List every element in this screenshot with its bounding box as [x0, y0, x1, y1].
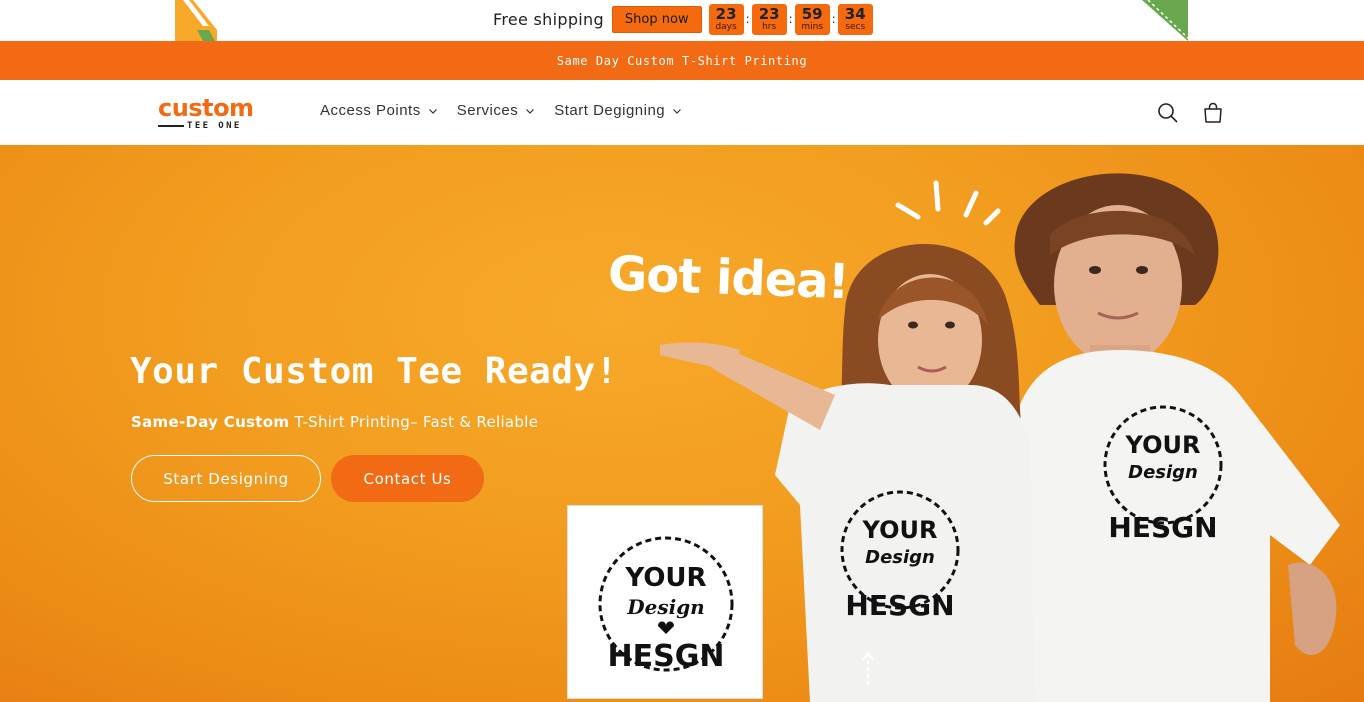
- chevron-down-icon: [428, 108, 437, 114]
- countdown-days: 23 days: [708, 3, 744, 35]
- nav-start-designing[interactable]: Start Degigning: [554, 102, 682, 119]
- hero-subtitle-bold: Same-Day Custom: [131, 413, 290, 431]
- nav-start-designing-label: Start Degigning: [554, 102, 666, 119]
- nav-services[interactable]: Services: [457, 102, 536, 119]
- design-preview-card: YOUR Design HESGN: [567, 505, 763, 699]
- countdown-seconds: 34 secs: [837, 3, 873, 35]
- main-nav: Access Points Services Start Degigning: [320, 102, 701, 119]
- free-shipping-text: Free shipping: [493, 9, 604, 29]
- countdown-separator: :: [745, 12, 750, 26]
- hero-subtitle: Same-Day Custom T-Shirt Printing– Fast &…: [131, 413, 538, 431]
- shop-now-button[interactable]: Shop now: [611, 5, 702, 33]
- chevron-down-icon: [673, 108, 682, 114]
- countdown-minutes: 59 mins: [794, 3, 830, 35]
- countdown-hours-unit: hrs: [762, 21, 777, 32]
- cart-icon[interactable]: [1202, 102, 1224, 124]
- countdown-days-unit: days: [715, 21, 737, 32]
- logo-sub-text: TEE ONE: [187, 121, 242, 131]
- got-idea-handwriting: Got idea!: [607, 245, 850, 311]
- nav-access-points-label: Access Points: [320, 102, 421, 119]
- hero-banner: YOUR Design HESGN YOUR Design HESGN Got …: [0, 145, 1364, 702]
- site-logo[interactable]: custom TEE ONE: [158, 96, 258, 132]
- hero-subtitle-rest: T-Shirt Printing– Fast & Reliable: [289, 413, 539, 431]
- design-preview-graphic: YOUR Design HESGN: [598, 536, 734, 674]
- announcement-bar: Same Day Custom T-Shirt Printing: [0, 41, 1364, 80]
- nav-services-label: Services: [456, 102, 519, 119]
- search-icon[interactable]: [1157, 102, 1179, 124]
- svg-text:HESGN: HESGN: [845, 589, 954, 622]
- contact-us-button[interactable]: Contact Us: [331, 455, 484, 502]
- countdown-seconds-unit: secs: [845, 21, 866, 32]
- hero-title: Your Custom Tee Ready!: [130, 351, 618, 392]
- logo-main-text: custom: [158, 94, 254, 122]
- announcement-text: Same Day Custom T-Shirt Printing: [556, 53, 808, 68]
- logo-line: [158, 125, 184, 127]
- chevron-down-icon: [526, 108, 535, 114]
- svg-text:YOUR: YOUR: [1125, 431, 1201, 459]
- design-line-3: HESGN: [608, 639, 725, 674]
- countdown-hours: 23 hrs: [751, 3, 787, 35]
- svg-text:Design: Design: [1128, 462, 1198, 483]
- countdown-hours-value: 23: [758, 4, 780, 23]
- countdown-seconds-value: 34: [844, 4, 866, 23]
- decorative-stripes-left: [175, 0, 217, 41]
- design-line-1: YOUR: [624, 563, 706, 593]
- svg-text:Design: Design: [865, 547, 935, 568]
- promo-bar: Free shipping Shop now 23 days : 23 hrs …: [0, 0, 1364, 41]
- svg-text:YOUR: YOUR: [862, 516, 938, 544]
- countdown-separator: :: [788, 12, 793, 26]
- design-line-2: Design: [626, 595, 704, 619]
- decorative-ribbon-right: [1142, 0, 1188, 41]
- site-header: custom TEE ONE Access Points Services St…: [0, 80, 1364, 145]
- countdown-days-value: 23: [715, 4, 737, 23]
- countdown-minutes-unit: mins: [801, 21, 823, 32]
- countdown-minutes-value: 59: [801, 4, 823, 23]
- svg-text:HESGN: HESGN: [1108, 511, 1217, 544]
- start-designing-button[interactable]: Start Designing: [131, 455, 321, 502]
- countdown-separator: :: [831, 12, 836, 26]
- nav-access-points[interactable]: Access Points: [320, 102, 438, 119]
